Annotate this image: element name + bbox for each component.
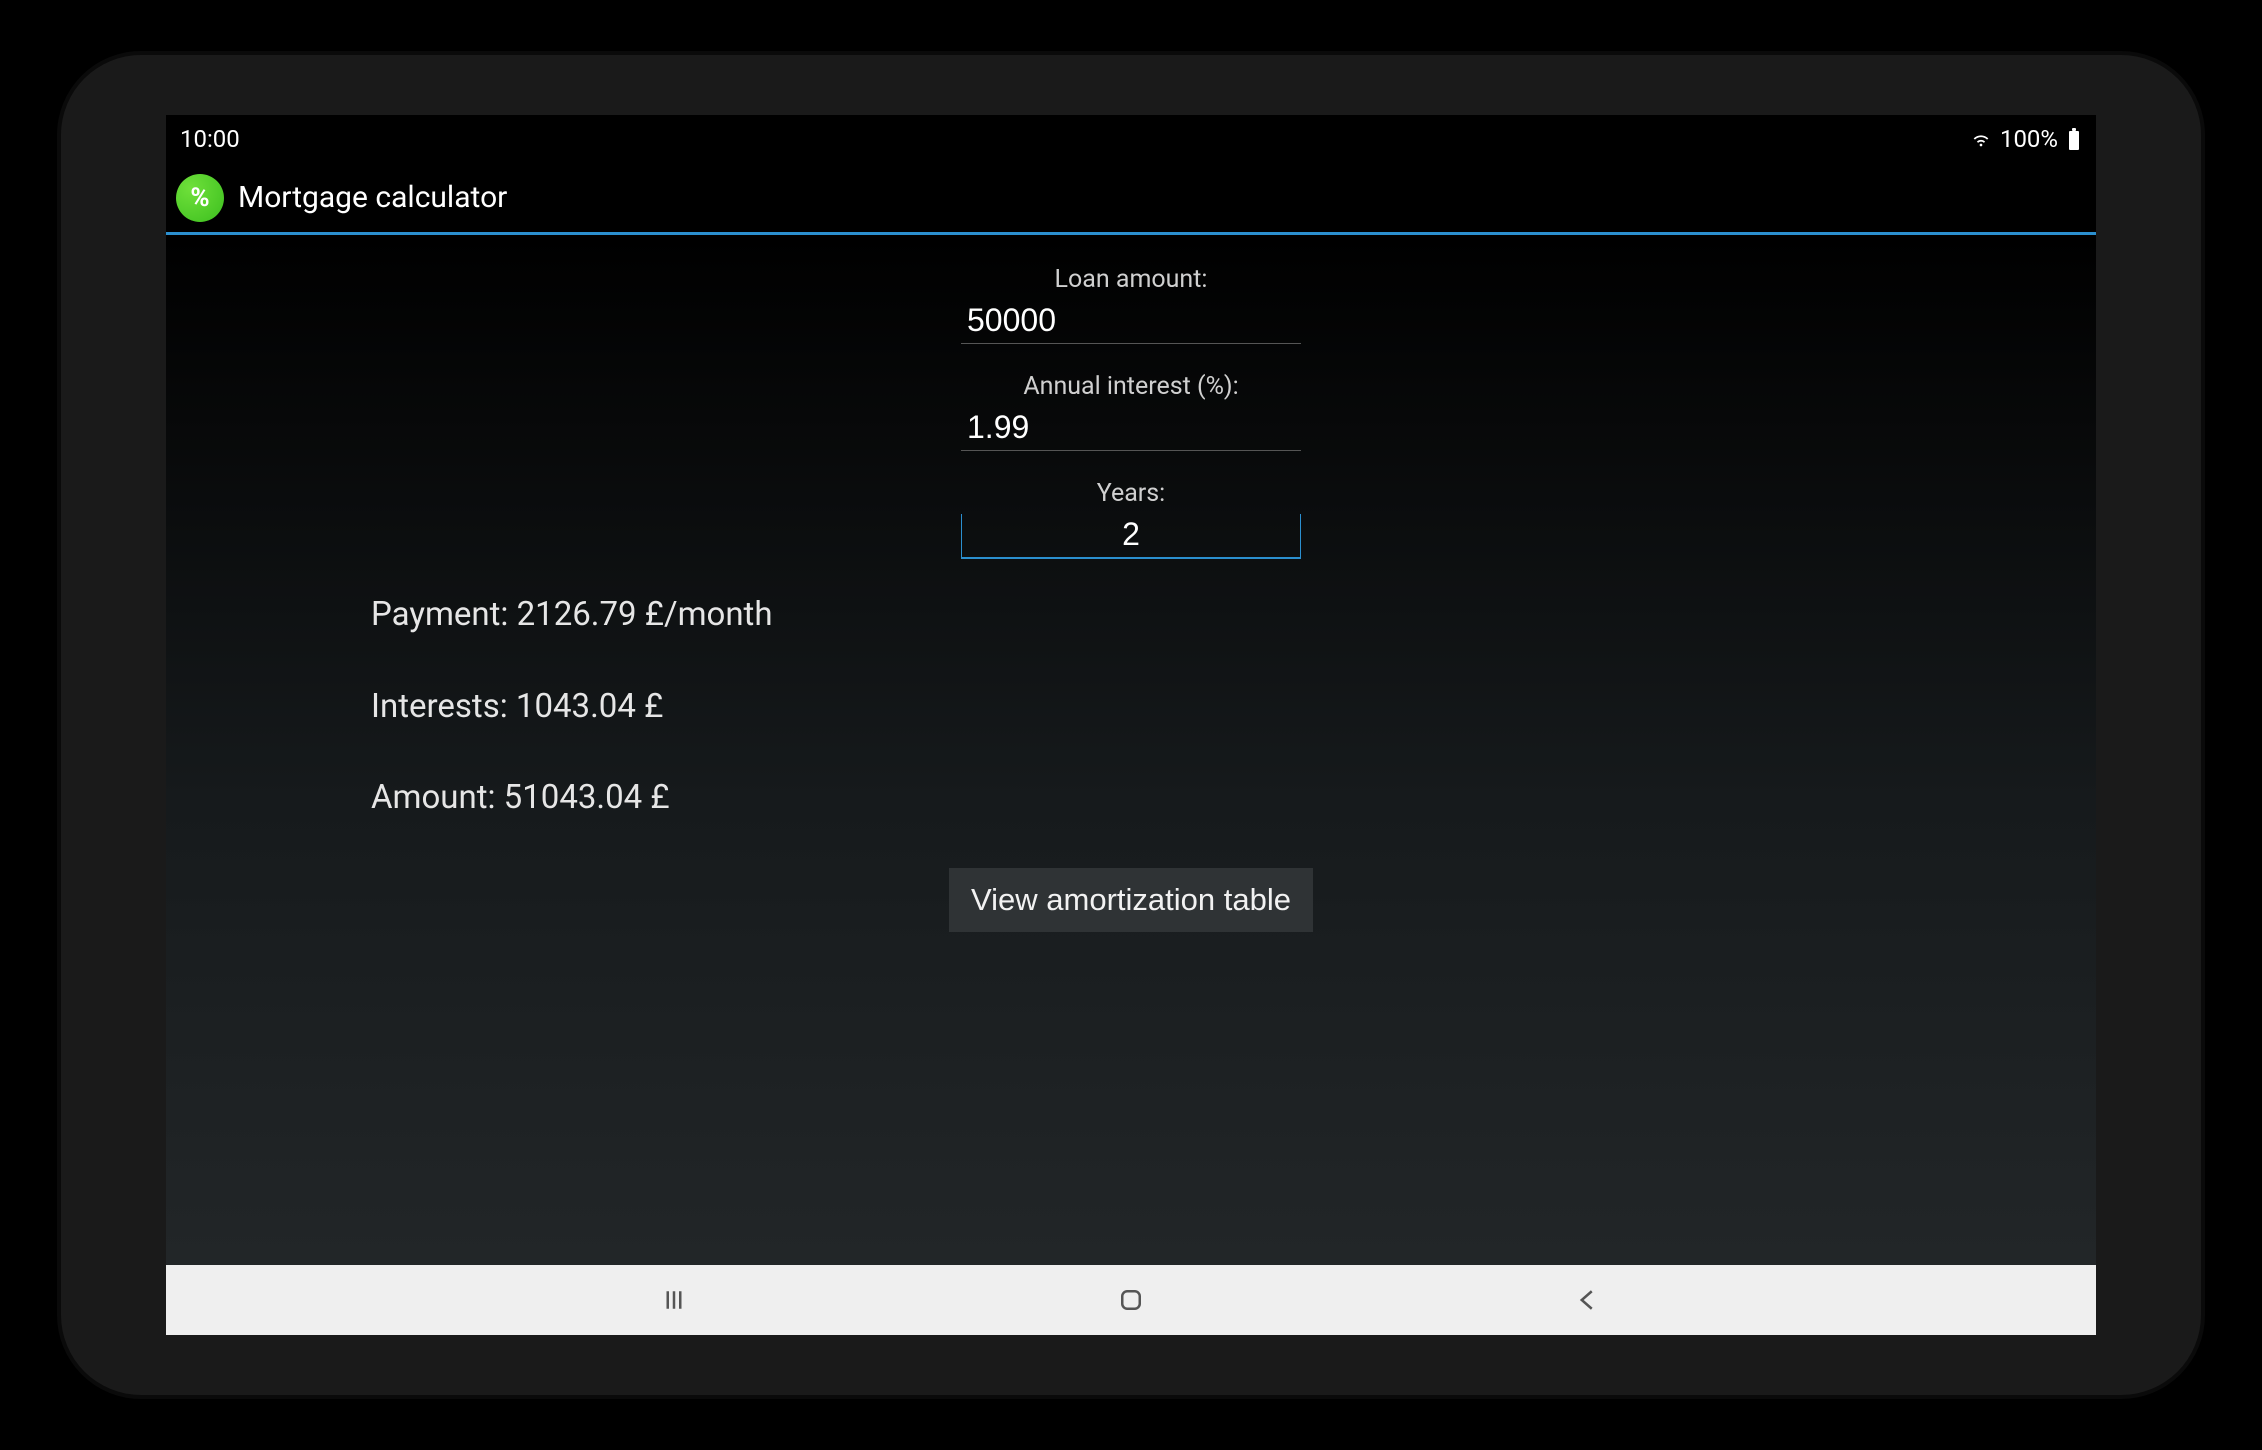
annual-interest-input[interactable]	[961, 407, 1301, 451]
wifi-icon	[1970, 128, 1992, 150]
annual-interest-group: Annual interest (%):	[166, 372, 2096, 451]
action-row: View amortization table	[166, 868, 2096, 932]
results-block: Payment: 2126.79 £/month Interests: 1043…	[371, 595, 2096, 818]
status-bar: 10:00 100%	[166, 115, 2096, 163]
battery-icon	[2066, 127, 2082, 151]
screen: 10:00 100% % Mortgage calcula	[166, 115, 2096, 1335]
navigation-bar	[166, 1265, 2096, 1335]
view-amortization-button[interactable]: View amortization table	[949, 868, 1313, 932]
tablet-body: 10:00 100% % Mortgage calcula	[61, 55, 2201, 1395]
payment-result: Payment: 2126.79 £/month	[371, 595, 2096, 635]
percent-icon: %	[190, 183, 209, 213]
app-icon: %	[176, 174, 224, 222]
years-label: Years:	[1097, 479, 1166, 508]
app-title: Mortgage calculator	[238, 180, 507, 215]
status-time: 10:00	[180, 125, 240, 153]
content-area: Loan amount: Annual interest (%): Years:…	[166, 235, 2096, 1265]
annual-interest-label: Annual interest (%):	[1023, 372, 1238, 401]
loan-amount-group: Loan amount:	[166, 265, 2096, 344]
years-group: Years:	[166, 479, 2096, 559]
device-frame: 10:00 100% % Mortgage calcula	[0, 0, 2262, 1450]
interests-result: Interests: 1043.04 £	[371, 687, 2096, 727]
app-bar: % Mortgage calculator	[166, 163, 2096, 235]
recent-apps-button[interactable]	[644, 1280, 704, 1320]
loan-amount-input[interactable]	[961, 300, 1301, 344]
back-button[interactable]	[1558, 1280, 1618, 1320]
amount-result: Amount: 51043.04 £	[371, 778, 2096, 818]
battery-percent: 100%	[2000, 125, 2058, 153]
status-right: 100%	[1970, 125, 2082, 153]
years-input[interactable]	[961, 514, 1301, 559]
home-button[interactable]	[1101, 1280, 1161, 1320]
loan-amount-label: Loan amount:	[1055, 265, 1208, 294]
